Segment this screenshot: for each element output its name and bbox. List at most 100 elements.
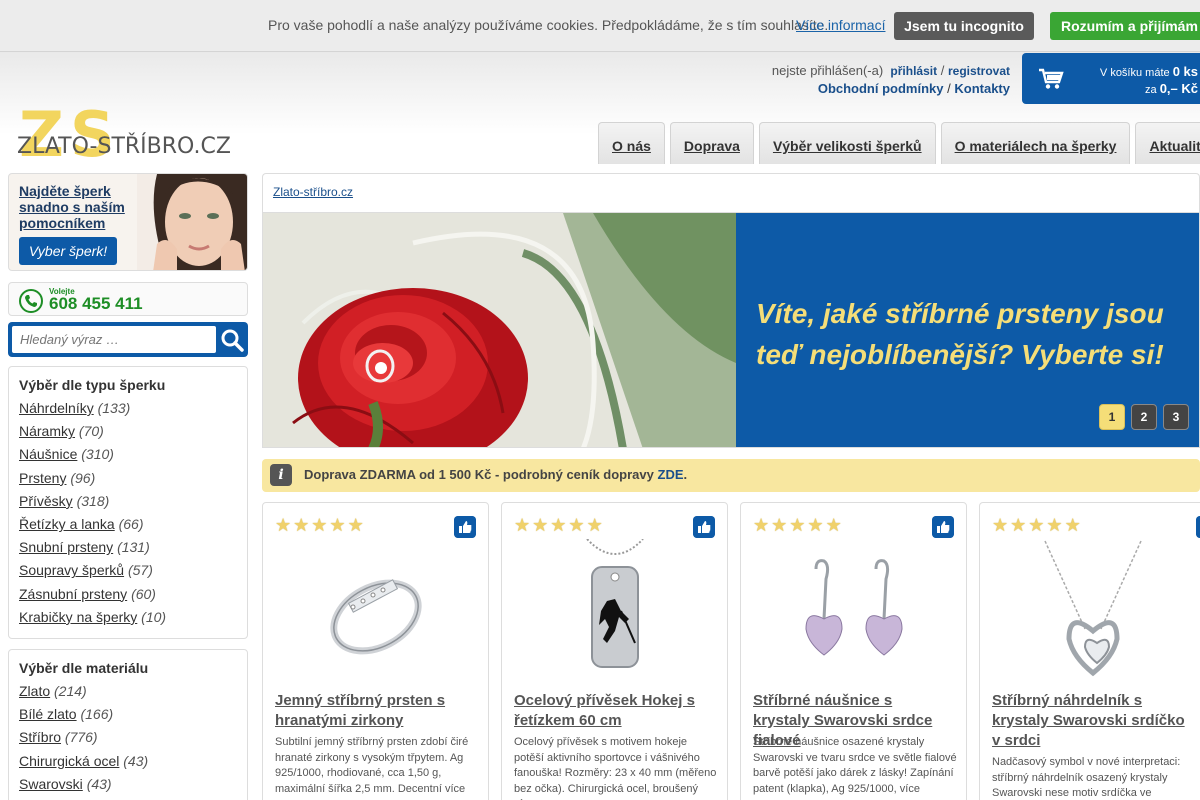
rose-with-ring-image xyxy=(263,213,736,447)
header-links: Obchodní podmínky / Kontakty xyxy=(818,81,1010,96)
cart-price: 0,– Kč xyxy=(1159,81,1198,96)
material-link[interactable]: Zlato xyxy=(19,683,50,699)
category-link[interactable]: Soupravy šperků xyxy=(19,562,124,578)
woman-face-image xyxy=(137,174,247,270)
jewel-finder-promo[interactable]: Najděte šperk snadno s naším pomocníkem … xyxy=(8,173,248,271)
login-link[interactable]: přihlásit xyxy=(890,64,937,78)
banner-headline[interactable]: Víte, jaké stříbrné prsteny jsou teď nej… xyxy=(756,293,1196,375)
incognito-button[interactable]: Jsem tu incognito xyxy=(894,12,1034,40)
register-link[interactable]: registrovat xyxy=(948,64,1010,78)
finder-title[interactable]: Najděte šperk snadno s naším pomocníkem xyxy=(19,183,139,231)
star-icon: ★ xyxy=(532,515,549,535)
category-link[interactable]: Řetízky a lanka xyxy=(19,516,115,532)
cart-summary[interactable]: V košíku máte 0 ks za 0,– Kč xyxy=(1022,53,1200,104)
star-icon: ★ xyxy=(1046,515,1063,535)
category-material-box: Výběr dle materiálu Zlato (214) Bílé zla… xyxy=(8,649,248,800)
shipping-info-link[interactable]: ZDE xyxy=(658,467,684,482)
product-card[interactable]: ★ ★ ★ ★ ★ Stříbrný náhrdelník s krystaly Swa… xyxy=(979,502,1200,800)
star-icon: ★ xyxy=(568,515,585,535)
category-count: (131) xyxy=(117,539,150,556)
nav-tab-doprava[interactable]: Doprava xyxy=(669,122,754,164)
category-link[interactable]: Náramky xyxy=(19,423,75,439)
category-link[interactable]: Krabičky na šperky xyxy=(19,609,137,625)
material-item[interactable]: Bílé zlato (166) xyxy=(19,703,247,726)
category-link[interactable]: Náušnice xyxy=(19,446,77,462)
star-icon: ★ xyxy=(550,515,567,535)
category-item[interactable]: Náušnice (310) xyxy=(19,443,247,466)
product-title[interactable]: Jemný stříbrný prsten s hranatými zirkon… xyxy=(275,691,475,731)
banner-page-1[interactable]: 1 xyxy=(1099,404,1125,430)
material-link[interactable]: Swarovski xyxy=(19,776,83,792)
main-nav: O nás Doprava Výběr velikosti šperků O m… xyxy=(598,122,1200,164)
finder-button[interactable]: Vyber šperk! xyxy=(19,237,117,265)
heart-earrings-image xyxy=(805,559,903,656)
category-item[interactable]: Přívěsky (318) xyxy=(19,490,247,513)
star-icon: ★ xyxy=(992,515,1009,535)
product-description: Ocelový přívěsek s motivem hokeje potěší… xyxy=(514,736,717,800)
terms-separator: / xyxy=(947,81,951,96)
category-item[interactable]: Náhrdelníky (133) xyxy=(19,397,247,420)
material-item[interactable]: Stříbro (776) xyxy=(19,726,247,749)
thumbs-up-icon[interactable] xyxy=(1196,516,1200,538)
login-separator: / xyxy=(940,63,945,78)
nav-tab-materialy[interactable]: O materiálech na šperky xyxy=(940,122,1131,164)
product-card[interactable]: ★ ★ ★ ★ ★ Jemný stříbrný prsten s hranatými … xyxy=(262,502,489,800)
nav-tab-velikosti[interactable]: Výběr velikosti šperků xyxy=(758,122,936,164)
category-item[interactable]: Krabičky na šperky (10) xyxy=(19,606,247,629)
category-link[interactable]: Zásnubní prsteny xyxy=(19,586,127,602)
category-link[interactable]: Přívěsky xyxy=(19,493,73,509)
material-link[interactable]: Stříbro xyxy=(19,729,61,745)
thumbs-up-icon[interactable] xyxy=(932,516,954,538)
accept-cookies-button[interactable]: Rozumím a přijímám xyxy=(1050,12,1200,40)
site-logo[interactable]: ZS ZLATO-STŘÍBRO.CZ xyxy=(17,104,233,166)
search-icon[interactable] xyxy=(220,328,244,352)
category-item[interactable]: Prsteny (96) xyxy=(19,467,247,490)
banner-page-3[interactable]: 3 xyxy=(1163,404,1189,430)
category-item[interactable]: Náramky (70) xyxy=(19,420,247,443)
category-count: (66) xyxy=(118,516,144,533)
login-bar: nejste přihlášen(-a) přihlásit / registr… xyxy=(772,63,1010,78)
shipping-info-message: Doprava ZDARMA od 1 500 Kč - podrobný ce… xyxy=(304,467,654,482)
category-item[interactable]: Soupravy šperků (57) xyxy=(19,559,247,582)
material-link[interactable]: Chirurgická ocel xyxy=(19,753,119,769)
star-icon: ★ xyxy=(753,515,770,535)
category-item[interactable]: Zásnubní prsteny (60) xyxy=(19,583,247,606)
phone-contact[interactable]: Volejte 608 455 411 xyxy=(8,282,248,316)
hockey-pendant-image xyxy=(586,539,644,668)
cart-price-label: za xyxy=(1145,84,1157,96)
material-item[interactable]: Chirurgická ocel (43) xyxy=(19,750,247,773)
star-icon: ★ xyxy=(771,515,788,535)
cart-price-line: za 0,– Kč xyxy=(1145,81,1198,96)
product-card[interactable]: ★ ★ ★ ★ ★ Ocelový přívěsek Hokej s řetízkem … xyxy=(501,502,728,800)
nav-tab-aktuality[interactable]: Aktuality xyxy=(1135,122,1200,164)
breadcrumb-home[interactable]: Zlato-stříbro.cz xyxy=(273,185,353,199)
cookie-more-link[interactable]: Více informací xyxy=(796,17,885,33)
cart-count: 0 ks xyxy=(1172,64,1198,79)
category-link[interactable]: Náhrdelníky xyxy=(19,400,94,416)
contacts-link[interactable]: Kontakty xyxy=(954,81,1010,96)
banner-pagination: 1 2 3 xyxy=(1099,404,1189,430)
category-item[interactable]: Snubní prsteny (131) xyxy=(19,536,247,559)
product-card[interactable]: ★ ★ ★ ★ ★ Stříbrné náušnice s krystaly Swaro… xyxy=(740,502,967,800)
star-icon: ★ xyxy=(1010,515,1027,535)
material-link[interactable]: Bílé zlato xyxy=(19,706,77,722)
product-title[interactable]: Ocelový přívěsek Hokej s řetízkem 60 cm xyxy=(514,691,714,731)
category-item[interactable]: Řetízky a lanka (66) xyxy=(19,513,247,536)
terms-link[interactable]: Obchodní podmínky xyxy=(818,81,944,96)
thumbs-up-icon[interactable] xyxy=(454,516,476,538)
material-item[interactable]: Zlato (214) xyxy=(19,680,247,703)
category-link[interactable]: Prsteny xyxy=(19,470,66,486)
banner-page-2[interactable]: 2 xyxy=(1131,404,1157,430)
star-icon: ★ xyxy=(293,515,310,535)
thumbs-up-icon[interactable] xyxy=(693,516,715,538)
category-link[interactable]: Snubní prsteny xyxy=(19,539,113,555)
star-icon: ★ xyxy=(825,515,842,535)
hero-banner[interactable]: Víte, jaké stříbrné prsteny jsou teď nej… xyxy=(262,212,1200,448)
product-title[interactable]: Stříbrný náhrdelník s krystaly Swarovski… xyxy=(992,691,1192,751)
star-icon: ★ xyxy=(1028,515,1045,535)
search-input[interactable] xyxy=(12,326,216,353)
cart-count-line: V košíku máte 0 ks xyxy=(1100,64,1198,79)
rating-stars: ★ ★ ★ ★ ★ xyxy=(992,515,1081,535)
nav-tab-o-nas[interactable]: O nás xyxy=(598,122,665,164)
material-item[interactable]: Swarovski (43) xyxy=(19,773,247,796)
